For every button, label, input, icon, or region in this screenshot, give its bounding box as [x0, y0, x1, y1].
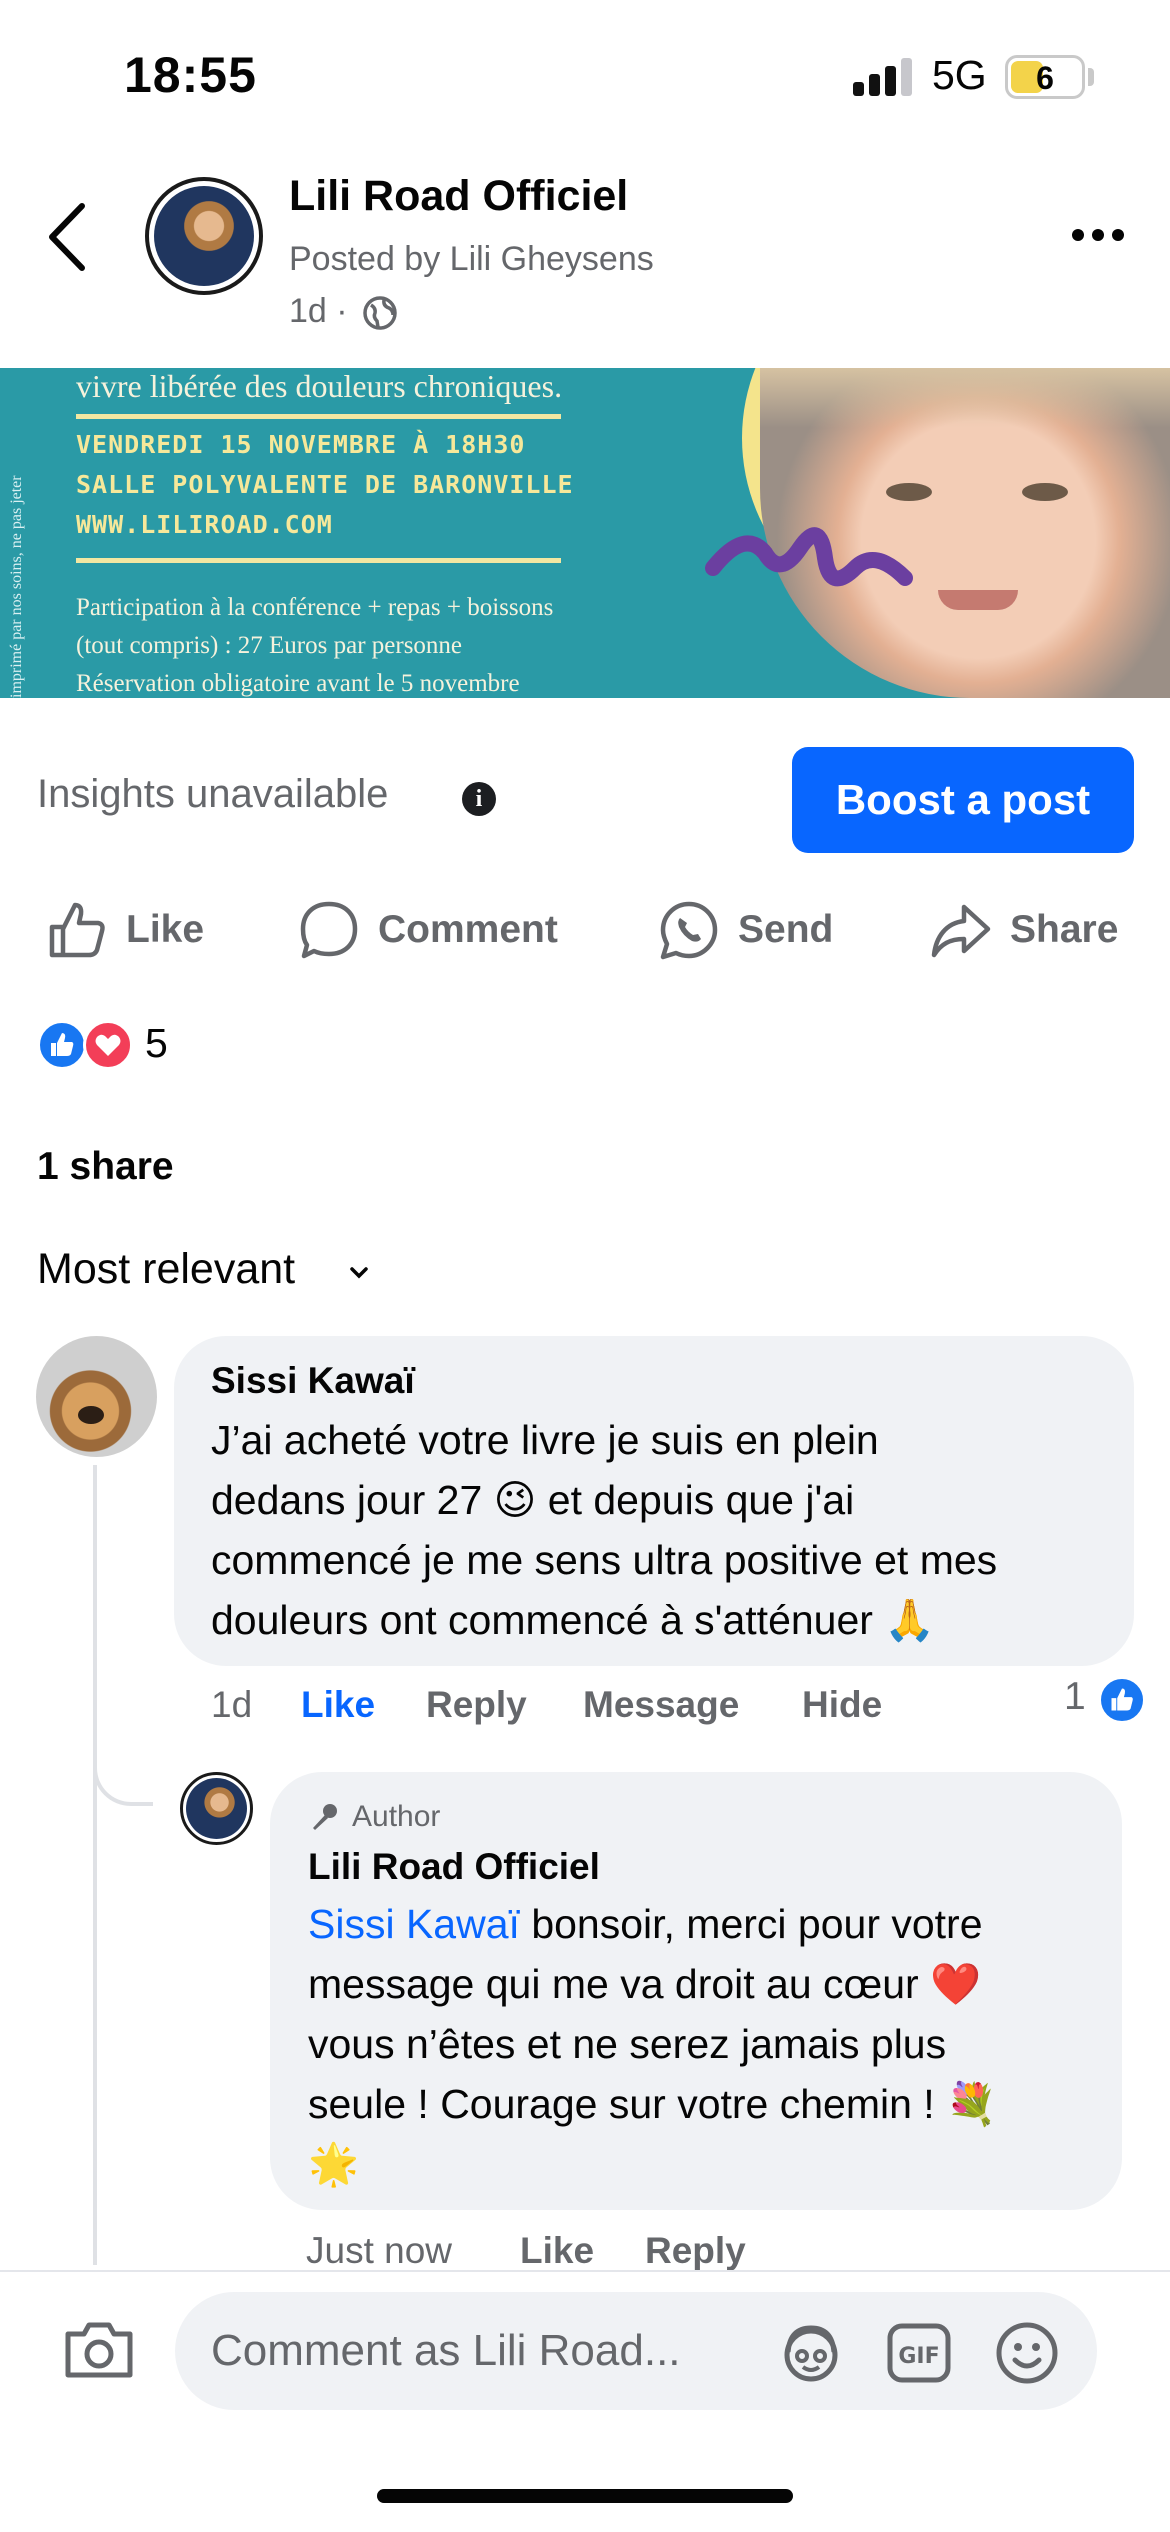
reply-text-line: vous n’êtes et ne serez jamais plus [308, 2021, 947, 2067]
thread-connector [93, 1700, 153, 1806]
comment-like-count[interactable]: 1 [1064, 1675, 1086, 1719]
comment-hide-button[interactable]: Hide [802, 1684, 882, 1726]
reply-reply-button[interactable]: Reply [645, 2230, 746, 2272]
svg-text:GIF: GIF [898, 2344, 939, 2369]
banner-rule [76, 558, 561, 563]
reply-avatar[interactable] [180, 1772, 253, 1845]
love-reaction-icon [83, 1020, 133, 1070]
thread-line [93, 1465, 97, 2265]
banner-venue: SALLE POLYVALENTE DE BARONVILLE [76, 470, 574, 499]
commenter-avatar[interactable] [36, 1336, 157, 1457]
battery-icon: 6 [1005, 55, 1085, 99]
comment-message-button[interactable]: Message [583, 1684, 739, 1726]
whatsapp-icon [660, 901, 718, 960]
reply-age: Just now [306, 2230, 453, 2271]
comment-reply-button[interactable]: Reply [426, 1684, 527, 1726]
battery-level: 6 [1036, 60, 1054, 96]
banner-reservation: Réservation obligatoire avant le 5 novem… [76, 670, 520, 697]
status-time: 18:55 [124, 47, 257, 103]
microphone-icon [313, 1804, 337, 1830]
mention-link[interactable]: Sissi Kawaï [308, 1901, 520, 1947]
banner-swirl [705, 527, 913, 587]
like-reaction-icon [1098, 1676, 1146, 1724]
banner-website: WWW.LILIROAD.COM [76, 510, 333, 539]
reply-text-line: message qui me va droit au cœur ❤️ [308, 1961, 982, 2007]
reply-text-line: seule ! Courage sur votre chemin ! 💐 [308, 2081, 998, 2127]
info-icon[interactable]: i [462, 782, 496, 816]
comment-text-line: J’ai acheté votre livre je suis en plein [211, 1417, 879, 1463]
more-options-icon[interactable] [1068, 225, 1128, 245]
insights-label: Insights unavailable [37, 772, 389, 816]
battery-nub [1088, 68, 1094, 86]
reply-text-line: 🌟 [308, 2141, 360, 2187]
post-image[interactable]: imprimé par nos soins, ne pas jeter vivr… [0, 368, 1170, 698]
like-reaction-icon [37, 1020, 87, 1070]
home-indicator[interactable] [377, 2489, 793, 2503]
like-button[interactable]: Like [46, 895, 204, 965]
comment-text-line: douleurs ont commencé à s'atténuer 🙏 [211, 1597, 936, 1643]
like-label: Like [126, 908, 205, 951]
banner-price-line1: Participation à la conférence + repas + … [76, 594, 554, 621]
banner-side-text: imprimé par nos soins, ne pas jeter [8, 475, 25, 698]
globe-icon [362, 295, 398, 331]
reply-text-line: Sissi Kawaï bonsoir, merci pour votre [308, 1894, 983, 1954]
page-name[interactable]: Lili Road Officiel [289, 172, 628, 221]
comment-button[interactable]: Comment [298, 895, 558, 965]
comment-bubble-icon [300, 901, 358, 959]
comment-sort[interactable]: Most relevant [37, 1245, 295, 1294]
banner-rule [76, 414, 561, 419]
camera-icon[interactable] [62, 2318, 136, 2382]
comment-like-button[interactable]: Like [301, 1684, 375, 1726]
send-button[interactable]: Send [658, 895, 833, 965]
share-count[interactable]: 1 share [37, 1145, 174, 1189]
comment-age: 1d [211, 1684, 253, 1725]
reply-like-button[interactable]: Like [520, 2230, 594, 2272]
chevron-down-icon[interactable] [346, 1260, 372, 1286]
share-label: Share [1010, 908, 1119, 951]
posted-by: Posted by Lili Gheysens [289, 240, 654, 278]
comment-author[interactable]: Sissi Kawaï [211, 1360, 415, 1402]
comment-text-line: commencé je me sens ultra positive et me… [211, 1537, 998, 1583]
banner-price-line2: (tout compris) : 27 Euros par personne [76, 632, 463, 659]
gif-icon[interactable]: GIF [886, 2320, 952, 2386]
share-button[interactable]: Share [930, 895, 1118, 965]
author-badge: Author [308, 1800, 440, 1834]
boost-post-button[interactable]: Boost a post [792, 747, 1134, 853]
share-arrow-icon [931, 904, 991, 958]
banner-event-date: VENDREDI 15 NOVEMBRE À 18H30 [76, 430, 526, 459]
back-icon[interactable] [44, 200, 94, 275]
reply-text-line-rest: bonsoir, merci pour votre [519, 1901, 983, 1947]
author-badge-label: Author [352, 1800, 441, 1833]
comment-label: Comment [378, 908, 558, 951]
comment-input[interactable] [175, 2292, 1097, 2410]
post-age: 1d · [289, 292, 348, 330]
network-type: 5G [932, 52, 987, 98]
page-avatar[interactable] [145, 177, 263, 295]
status-bar: 18:55 5G 6 [0, 0, 1170, 150]
send-label: Send [738, 908, 834, 951]
signal-icon [853, 58, 915, 96]
emoji-icon[interactable] [994, 2320, 1060, 2386]
reaction-count: 5 [145, 1020, 168, 1066]
banner-line1: vivre libérée des douleurs chroniques. [76, 368, 563, 404]
thumbs-up-icon [49, 902, 105, 958]
comment-text-line: dedans jour 27 😉 et depuis que j'ai [211, 1477, 855, 1523]
avatar-sticker-icon[interactable] [778, 2320, 844, 2386]
reply-author[interactable]: Lili Road Officiel [308, 1846, 600, 1888]
